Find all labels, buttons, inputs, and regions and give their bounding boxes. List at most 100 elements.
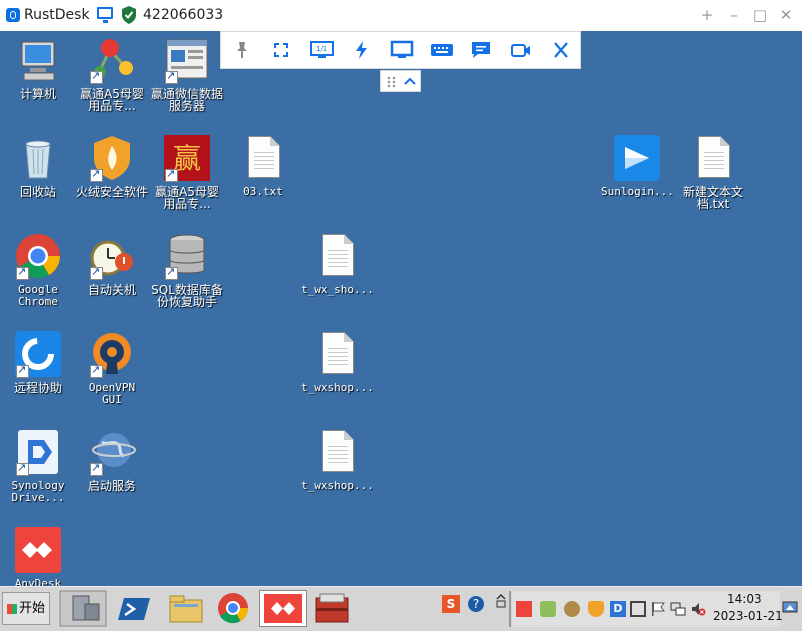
desktop-icon-label: t_wxshop... xyxy=(301,479,374,492)
desktop-icon-text-file[interactable]: t_wxshop... xyxy=(301,428,374,492)
shield-check-icon xyxy=(122,6,136,24)
taskbar-powershell-icon[interactable] xyxy=(110,590,158,627)
desktop-icon-anydesk[interactable]: AnyDesk xyxy=(2,526,74,586)
text-file-icon xyxy=(322,430,354,472)
desktop-icon-huorong[interactable]: 火绒安全软件 xyxy=(76,134,148,198)
taskbar: 开始 S ? D 14:03 2023-01-21 xyxy=(0,586,802,631)
recycle-bin-icon xyxy=(25,140,51,179)
computer-icon xyxy=(21,41,55,81)
desktop-icon-sql-backup[interactable]: SQL数据库备份恢复助手 xyxy=(151,232,223,308)
pin-icon[interactable] xyxy=(231,40,253,60)
flag-tray-icon[interactable] xyxy=(650,601,666,617)
taskbar-anydesk-button[interactable] xyxy=(259,590,307,627)
desktop-icon-label: SQL数据库备份恢复助手 xyxy=(151,283,223,309)
maximize-button[interactable]: □ xyxy=(750,5,770,25)
chevron-up-icon[interactable] xyxy=(404,76,416,86)
text-file-icon xyxy=(698,136,730,178)
close-icon[interactable] xyxy=(550,40,572,60)
start-label: 开始 xyxy=(19,601,46,616)
desktop-icon-openvpn[interactable]: OpenVPN GUI xyxy=(76,330,148,406)
huorong-tray-icon[interactable] xyxy=(588,601,604,617)
desktop-icon-auto-shutdown[interactable]: 自动关机 xyxy=(76,232,148,296)
desktop-icon-label: Sunlogin... xyxy=(601,185,674,198)
desktop-icon-recycle-bin[interactable]: 回收站 xyxy=(2,134,74,198)
tray-toggle-icon[interactable] xyxy=(493,593,509,609)
toolbar-handle[interactable] xyxy=(380,70,421,92)
shortcut-arrow-icon xyxy=(16,265,29,280)
desktop-icon-sunlogin[interactable]: Sunlogin... xyxy=(601,134,674,198)
desktop-icon-a5-app-2[interactable]: 赢 赢通A5母婴用品专... xyxy=(151,134,223,210)
desktop-icon-label: 自动关机 xyxy=(87,283,136,297)
text-file-icon xyxy=(322,234,354,276)
desktop-icon-label: 新建文本文档.txt xyxy=(682,185,743,211)
taskbar-server-manager-icon[interactable] xyxy=(59,590,107,627)
anydesk-icon xyxy=(15,527,61,573)
desktop-icon-synology-drive[interactable]: Synology Drive... xyxy=(2,428,74,504)
display-tray-icon[interactable] xyxy=(630,601,646,617)
service-tray-icon[interactable] xyxy=(564,601,580,617)
new-tab-button[interactable]: + xyxy=(697,5,717,25)
desktop-icon-label: 赢通A5母婴用品专... xyxy=(155,185,219,211)
desktop-icon-label: OpenVPN GUI xyxy=(88,381,136,406)
remote-desktop[interactable]: 计算机 回收站 Google Chrome xyxy=(0,31,802,586)
monitor-icon[interactable] xyxy=(390,40,414,60)
video-icon[interactable] xyxy=(510,40,532,60)
shortcut-arrow-icon xyxy=(90,265,103,280)
shortcut-arrow-icon xyxy=(90,69,103,84)
desktop-icon-google-chrome[interactable]: Google Chrome xyxy=(2,232,74,308)
desktop-icon-wechat-data-server[interactable]: 赢通微信数据服务器 xyxy=(151,36,223,112)
desktop-icon-label: t_wx_sho... xyxy=(301,283,374,296)
help-icon[interactable]: ? xyxy=(468,596,484,612)
synology-tray-icon[interactable]: D xyxy=(610,601,626,617)
desktop-icon-label: 回收站 xyxy=(19,185,56,199)
network-monitor-tray-icon[interactable] xyxy=(670,601,686,617)
network-tray-icon[interactable] xyxy=(540,601,556,617)
shortcut-arrow-icon xyxy=(165,69,178,84)
desktop-icon-label: 赢通A5母婴用品专... xyxy=(80,87,144,113)
display-badge: 1/1 xyxy=(316,45,328,53)
app-title: RustDesk xyxy=(24,7,90,23)
chat-icon[interactable] xyxy=(470,40,492,60)
lightning-icon[interactable] xyxy=(351,40,373,60)
desktop-icon-text-file[interactable]: t_wx_sho... xyxy=(301,232,374,296)
taskbar-chrome-icon[interactable] xyxy=(209,590,257,627)
anydesk-icon xyxy=(264,594,302,623)
shortcut-arrow-icon xyxy=(165,167,178,182)
desktop-icon-label: 远程协助 xyxy=(13,381,62,395)
keyboard-icon[interactable] xyxy=(430,40,454,60)
taskbar-explorer-icon[interactable] xyxy=(162,590,210,627)
shortcut-arrow-icon xyxy=(90,363,103,378)
drag-handle-icon[interactable] xyxy=(387,76,397,88)
fullscreen-icon[interactable] xyxy=(270,40,292,60)
clock-date[interactable]: 2023-01-21 xyxy=(713,609,783,623)
shortcut-arrow-icon xyxy=(90,461,103,476)
desktop-icon-label: t_wxshop... xyxy=(301,381,374,394)
show-desktop-icon[interactable] xyxy=(782,601,798,615)
desktop-icon-computer[interactable]: 计算机 xyxy=(2,36,74,100)
desktop-icon-new-text-document[interactable]: 新建文本文档.txt xyxy=(677,134,749,210)
input-method-icon[interactable]: S xyxy=(442,595,460,613)
start-button[interactable]: 开始 xyxy=(2,592,50,625)
text-file-icon xyxy=(248,136,280,178)
remote-monitor-icon[interactable] xyxy=(97,7,113,23)
desktop-icon-remote-assist[interactable]: 远程协助 xyxy=(2,330,74,394)
desktop-icon-label: 火绒安全软件 xyxy=(76,185,149,199)
desktop-icon-text-file[interactable]: 03.txt xyxy=(227,134,299,198)
anydesk-tray-icon[interactable] xyxy=(516,601,532,617)
close-window-button[interactable]: ✕ xyxy=(776,5,796,25)
windows-logo-icon xyxy=(7,603,17,614)
volume-muted-icon[interactable] xyxy=(690,601,706,617)
sunlogin-icon xyxy=(614,135,660,181)
peer-id: 422066033 xyxy=(143,7,224,23)
shortcut-arrow-icon xyxy=(16,461,29,476)
minimize-button[interactable]: – xyxy=(724,5,744,25)
shortcut-arrow-icon xyxy=(90,167,103,182)
rustdesk-logo-icon xyxy=(6,8,20,22)
clock-time[interactable]: 14:03 xyxy=(727,592,762,606)
desktop-icon-start-service[interactable]: 启动服务 xyxy=(76,428,148,492)
desktop-icon-a5-app-1[interactable]: 赢通A5母婴用品专... xyxy=(76,36,148,112)
desktop-icon-label: 启动服务 xyxy=(87,479,136,493)
desktop-icon-text-file[interactable]: t_wxshop... xyxy=(301,330,374,394)
taskbar-toolbox-icon[interactable] xyxy=(308,590,356,627)
shortcut-arrow-icon xyxy=(16,363,29,378)
